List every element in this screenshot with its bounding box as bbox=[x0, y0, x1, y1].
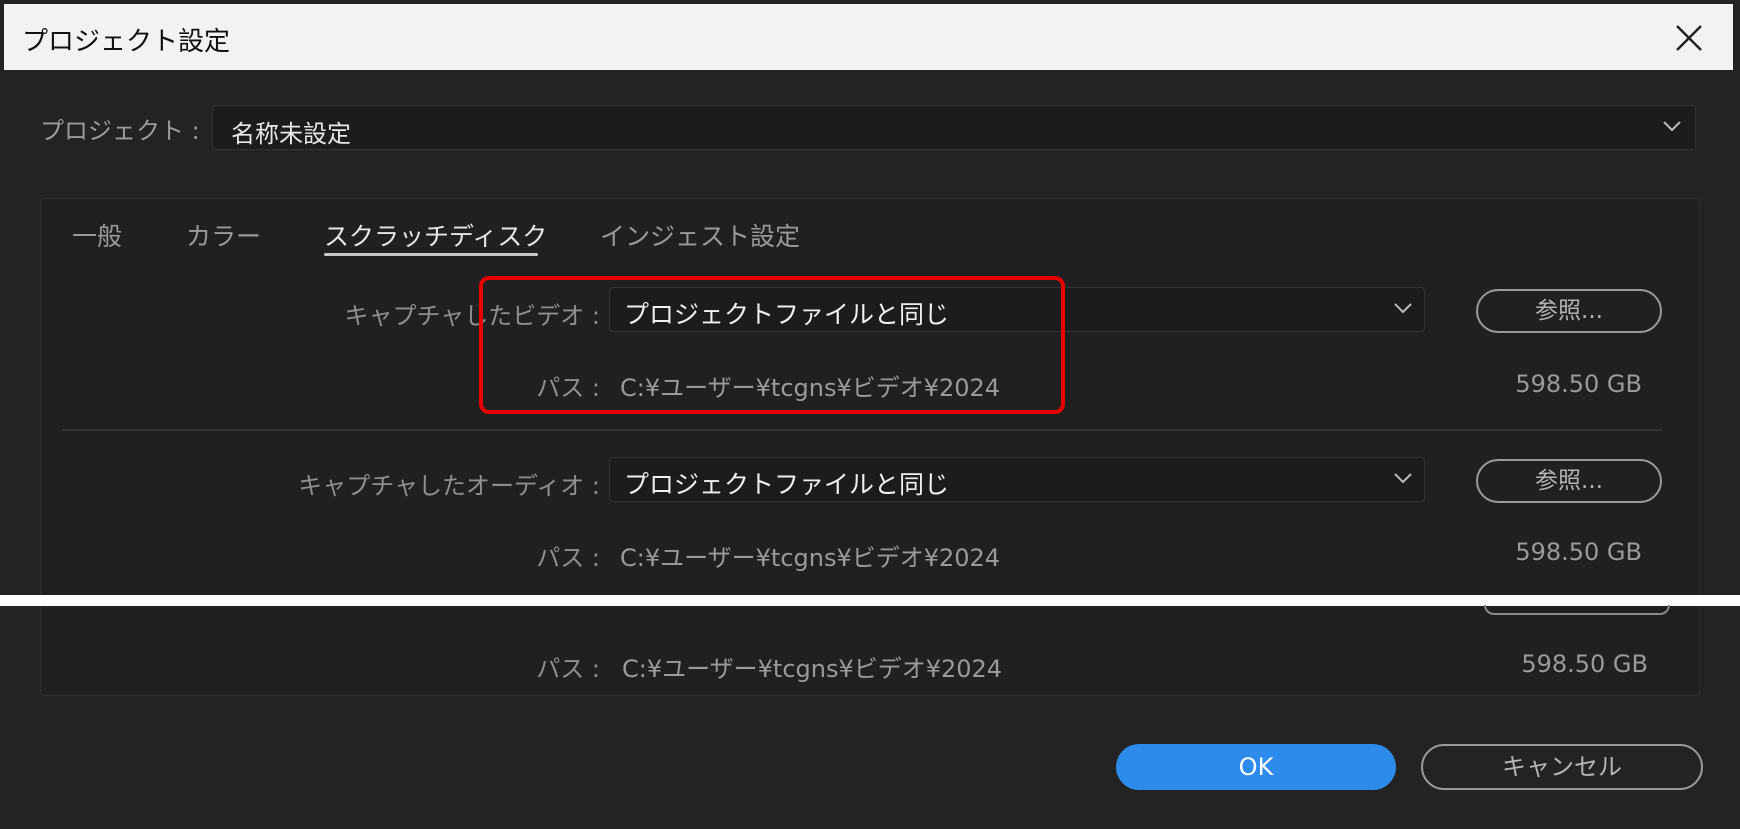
cancel-button[interactable]: キャンセル bbox=[1421, 744, 1703, 790]
project-settings-dialog: プロジェクト設定 プロジェクト : 名称未設定 一般 カラー スクラッチディスク… bbox=[0, 0, 1740, 829]
close-icon[interactable] bbox=[1673, 22, 1705, 54]
project-dropdown[interactable]: 名称未設定 bbox=[212, 105, 1696, 150]
tab-general[interactable]: 一般 bbox=[72, 217, 122, 253]
third-row-path: C:¥ユーザー¥tcgns¥ビデオ¥2024 bbox=[622, 655, 1003, 683]
captured-audio-browse-button[interactable]: 参照... bbox=[1476, 459, 1662, 503]
project-dropdown-value: 名称未設定 bbox=[231, 120, 351, 148]
active-tab-indicator bbox=[324, 253, 538, 256]
highlight-annotation bbox=[479, 276, 1065, 414]
chevron-down-icon bbox=[1663, 121, 1681, 132]
title-bar: プロジェクト設定 bbox=[4, 4, 1733, 70]
captured-audio-path-label: パス : bbox=[536, 544, 600, 572]
divider bbox=[62, 429, 1662, 431]
settings-panel bbox=[40, 198, 1700, 696]
tab-scratch-disks[interactable]: スクラッチディスク bbox=[324, 217, 547, 253]
third-row-path-label: パス : bbox=[536, 655, 600, 683]
chevron-down-icon bbox=[1394, 303, 1412, 314]
captured-audio-path: C:¥ユーザー¥tcgns¥ビデオ¥2024 bbox=[620, 544, 1001, 572]
third-row-size: 598.50 GB bbox=[1521, 650, 1648, 678]
captured-audio-dropdown[interactable]: プロジェクトファイルと同じ bbox=[609, 457, 1425, 502]
chevron-down-icon bbox=[1394, 473, 1412, 484]
tab-ingest-settings[interactable]: インジェスト設定 bbox=[600, 217, 800, 253]
captured-audio-value: プロジェクトファイルと同じ bbox=[624, 470, 950, 499]
tab-color[interactable]: カラー bbox=[186, 217, 261, 253]
ok-button[interactable]: OK bbox=[1116, 744, 1396, 790]
captured-video-size: 598.50 GB bbox=[1515, 370, 1642, 398]
partial-browse-button[interactable] bbox=[1484, 605, 1670, 615]
captured-video-browse-button[interactable]: 参照... bbox=[1476, 289, 1662, 333]
captured-audio-label: キャプチャしたオーディオ : bbox=[298, 472, 600, 500]
dialog-title: プロジェクト設定 bbox=[22, 27, 231, 57]
project-label: プロジェクト : bbox=[40, 117, 200, 145]
captured-audio-size: 598.50 GB bbox=[1515, 538, 1642, 566]
screenshot-splice-strip bbox=[0, 595, 1740, 606]
